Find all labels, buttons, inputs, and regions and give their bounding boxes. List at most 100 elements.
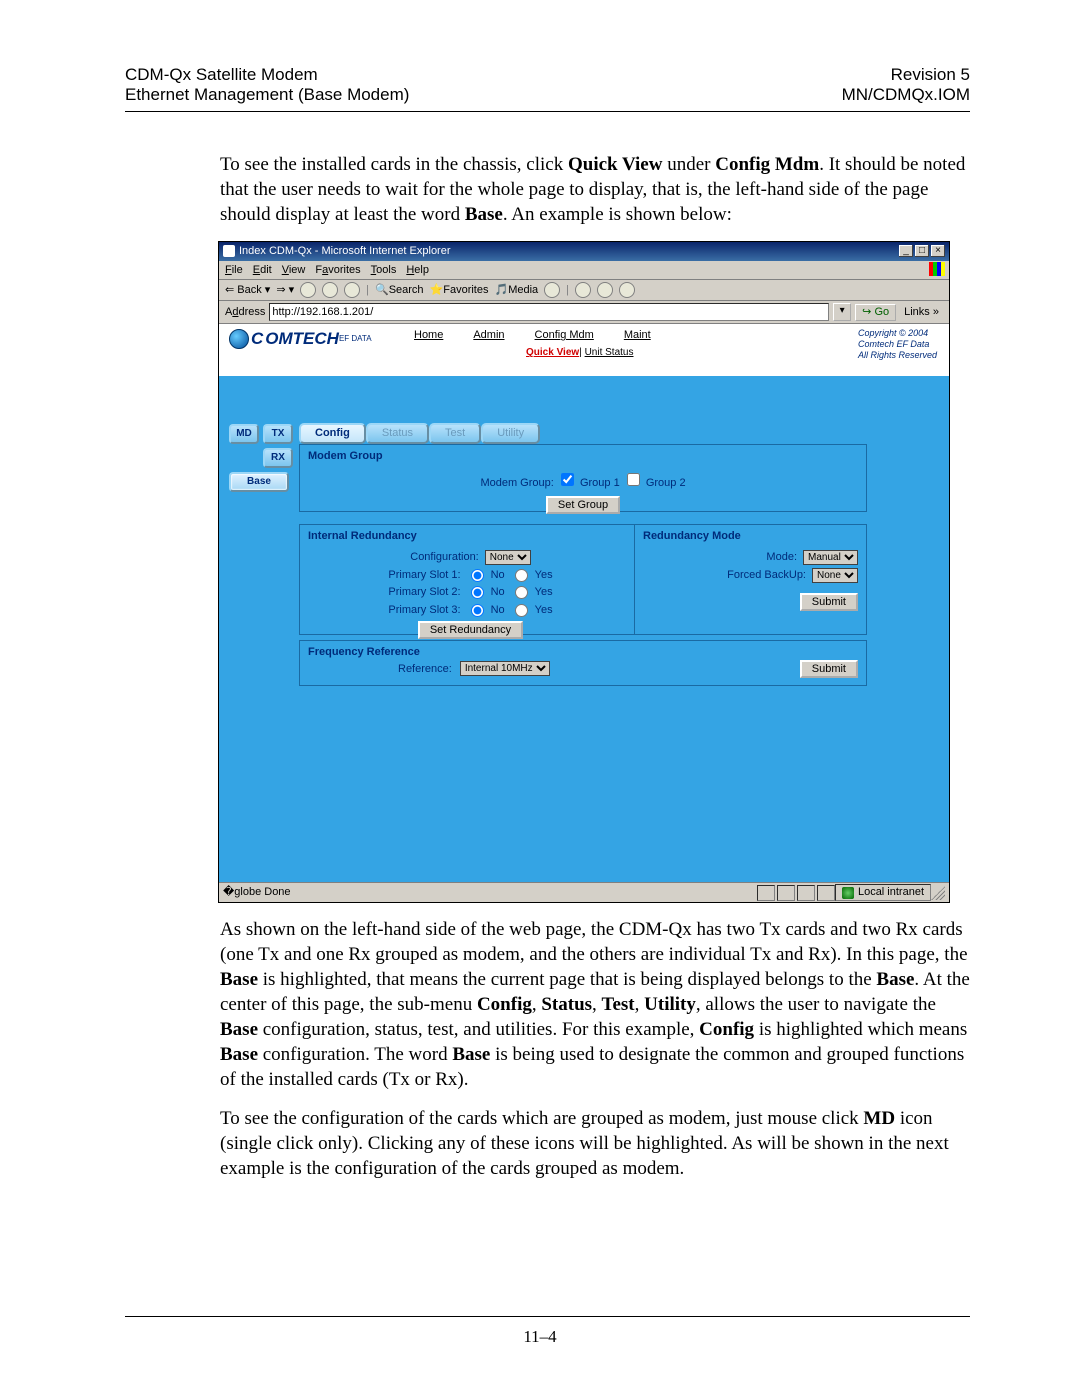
manual-page: CDM-Qx Satellite Modem Revision 5 Ethern… — [0, 0, 1080, 1397]
nav-maint[interactable]: Maint — [624, 328, 651, 343]
set-redundancy-button[interactable]: Set Redundancy — [418, 621, 523, 639]
go-button[interactable]: ↪ Go — [855, 304, 896, 321]
menu-edit[interactable]: Edit — [253, 263, 272, 278]
menu-help[interactable]: Help — [406, 263, 429, 278]
freq-ref-panel: Frequency Reference Reference: Internal … — [299, 640, 867, 686]
submit-ref-button[interactable]: Submit — [800, 660, 858, 678]
paragraph-3: To see the configuration of the cards wh… — [220, 1106, 970, 1181]
slot-rx[interactable]: RX — [263, 448, 293, 468]
group2-checkbox[interactable] — [627, 473, 640, 486]
slot3-no[interactable] — [471, 604, 484, 617]
header-right-2: MN/CDMQx.IOM — [842, 85, 970, 105]
modem-group-panel: Modem Group Modem Group: Group 1 Group 2… — [299, 444, 867, 512]
intranet-icon — [842, 887, 854, 899]
address-label: Address — [225, 305, 265, 320]
history-icon[interactable] — [544, 282, 560, 298]
set-group-button[interactable]: Set Group — [546, 496, 620, 514]
minimize-button[interactable]: _ — [899, 245, 913, 257]
forced-backup-select[interactable]: None — [812, 568, 858, 583]
quick-view-link[interactable]: Quick View — [526, 347, 579, 358]
stop-icon[interactable] — [300, 282, 316, 298]
resize-grip-icon[interactable] — [931, 886, 945, 900]
status-done: �globe Done — [223, 885, 291, 900]
slot-md[interactable]: MD — [229, 424, 259, 444]
slot1-yes[interactable] — [515, 569, 528, 582]
close-button[interactable]: × — [931, 245, 945, 257]
nav-home[interactable]: Home — [414, 328, 443, 343]
slot-tx[interactable]: TX — [263, 424, 293, 444]
body-content: To see the installed cards in the chassi… — [220, 152, 970, 1182]
nav-configmdm[interactable]: Config Mdm — [535, 328, 594, 343]
maximize-button[interactable]: □ — [915, 245, 929, 257]
submit-mode-button[interactable]: Submit — [800, 593, 858, 611]
status-cells — [757, 885, 835, 901]
window-controls: _ □ × — [899, 245, 945, 257]
unit-status-link[interactable]: Unit Status — [585, 347, 634, 358]
mode-select[interactable]: Manual — [803, 550, 858, 565]
links-label[interactable]: Links » — [900, 305, 943, 320]
print-icon[interactable] — [597, 282, 613, 298]
favorites-button[interactable]: ⭐Favorites — [430, 283, 489, 298]
slot2-no[interactable] — [471, 586, 484, 599]
freq-ref-title: Frequency Reference — [308, 646, 420, 658]
header-left-1: CDM-Qx Satellite Modem — [125, 65, 318, 85]
subtab-status[interactable]: Status — [366, 423, 429, 444]
address-dropdown-icon[interactable]: ▾ — [833, 303, 851, 321]
address-input[interactable] — [269, 303, 829, 321]
reference-select[interactable]: Internal 10MHz — [460, 661, 550, 676]
ie-status-bar: �globe Done Local intranet — [219, 882, 949, 902]
page-number: 11–4 — [0, 1327, 1080, 1347]
menu-view[interactable]: View — [282, 263, 306, 278]
ie-toolbar: ⇐ Back ▾ ⇒ ▾ | 🔍Search ⭐Favorites 🎵Media… — [219, 280, 949, 301]
ie-icon — [223, 245, 235, 257]
search-button[interactable]: 🔍Search — [375, 283, 424, 298]
media-button[interactable]: 🎵Media — [495, 283, 539, 298]
menu-tools[interactable]: Tools — [371, 263, 397, 278]
running-header: CDM-Qx Satellite Modem Revision 5 Ethern… — [125, 65, 970, 112]
mail-icon[interactable] — [575, 282, 591, 298]
paragraph-2: As shown on the left-hand side of the we… — [220, 917, 970, 1093]
subtab-utility[interactable]: Utility — [481, 423, 540, 444]
nav-admin[interactable]: Admin — [473, 328, 504, 343]
subtab-config[interactable]: Config — [299, 423, 366, 444]
header-left-2: Ethernet Management (Base Modem) — [125, 85, 409, 105]
subtab-test[interactable]: Test — [429, 423, 481, 444]
configuration-select[interactable]: None — [485, 550, 531, 565]
forward-button[interactable]: ⇒ ▾ — [276, 283, 294, 298]
refresh-icon[interactable] — [322, 282, 338, 298]
modem-group-title: Modem Group — [308, 449, 858, 464]
page-banner: COMTECH EF DATA Home Admin Config Mdm Ma… — [219, 324, 949, 376]
slot1-no[interactable] — [471, 569, 484, 582]
subtabs: Config Status Test Utility — [299, 423, 540, 444]
banner-nav: Home Admin Config Mdm Maint — [414, 328, 651, 343]
ie-address-bar: Address ▾ ↪ Go Links » — [219, 301, 949, 324]
windows-logo-icon — [929, 262, 945, 276]
group1-checkbox[interactable] — [561, 473, 574, 486]
copyright: Copyright © 2004 Comtech EF Data All Rig… — [858, 328, 937, 360]
red-mode-title: Redundancy Mode — [643, 529, 858, 544]
ie-window: Index CDM-Qx - Microsoft Internet Explor… — [218, 241, 950, 903]
int-red-title: Internal Redundancy — [308, 529, 633, 544]
redundancy-mode-panel: Redundancy Mode Mode: Manual Forced Back… — [634, 524, 867, 635]
modem-group-label: Modem Group: — [480, 477, 553, 489]
home-icon[interactable] — [344, 282, 360, 298]
footer-rule — [125, 1316, 970, 1317]
internal-redundancy-panel: Internal Redundancy Configuration: None … — [299, 524, 642, 635]
card-slots: MD TX RX Base — [229, 424, 293, 492]
comtech-logo: COMTECH EF DATA — [229, 328, 372, 350]
menu-file[interactable]: File — [225, 263, 243, 278]
ie-titlebar: Index CDM-Qx - Microsoft Internet Explor… — [219, 242, 949, 261]
globe-icon — [229, 329, 249, 349]
slot3-yes[interactable] — [515, 604, 528, 617]
slot2-yes[interactable] — [515, 586, 528, 599]
status-zone: Local intranet — [835, 884, 931, 901]
modem-page: COMTECH EF DATA Home Admin Config Mdm Ma… — [219, 324, 949, 882]
back-button[interactable]: ⇐ Back ▾ — [225, 283, 270, 298]
slot-base[interactable]: Base — [229, 472, 289, 492]
edit-icon[interactable] — [619, 282, 635, 298]
intro-paragraph: To see the installed cards in the chassi… — [220, 152, 970, 227]
header-rule — [125, 111, 970, 112]
banner-sublinks: Quick View| Unit Status — [526, 346, 634, 359]
ie-title-text: Index CDM-Qx - Microsoft Internet Explor… — [239, 244, 451, 259]
menu-favorites[interactable]: Favorites — [315, 263, 360, 278]
